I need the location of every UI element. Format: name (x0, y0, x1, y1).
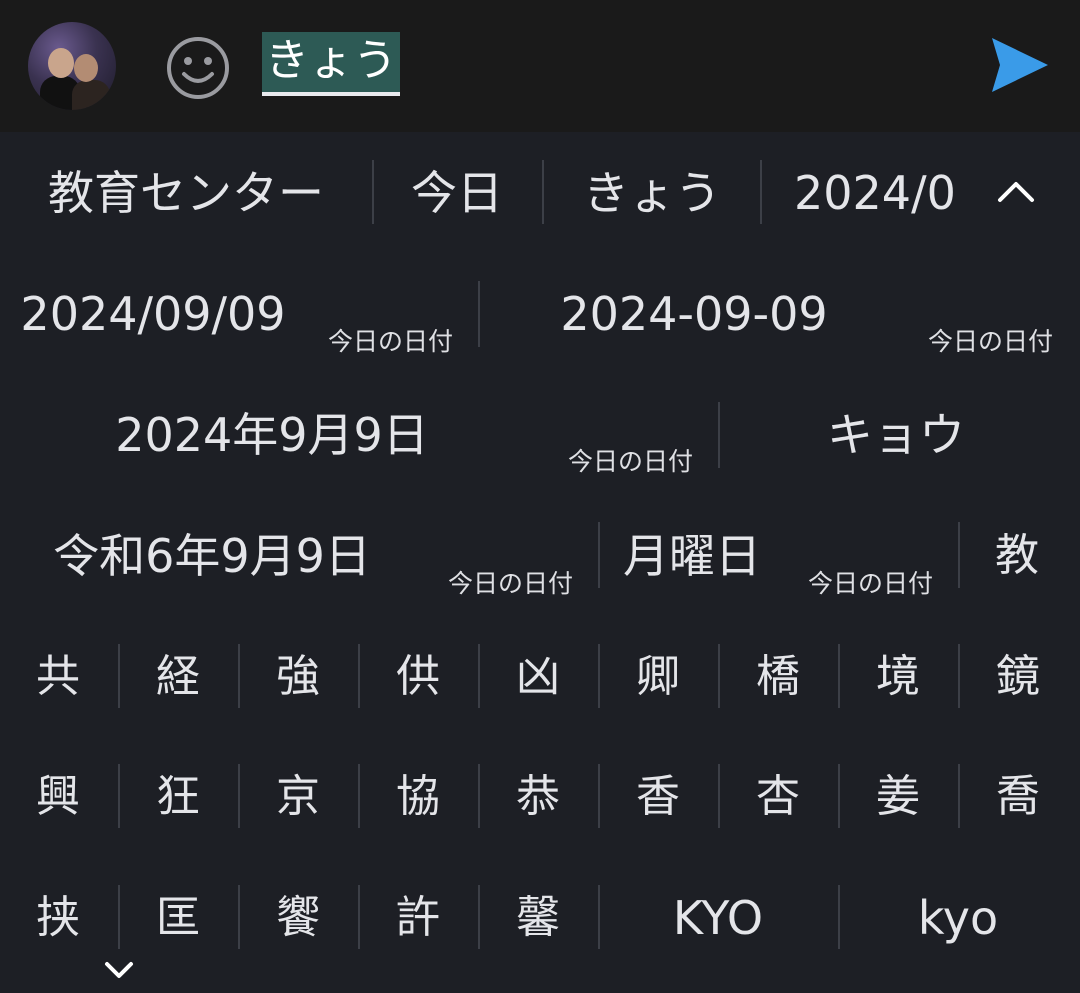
candidate-note: 今日の日付 (808, 569, 934, 598)
candidate-note: 今日の日付 (568, 447, 694, 476)
divider (958, 522, 960, 588)
candidate-kanji[interactable]: 教 (980, 526, 1054, 586)
emoji-icon[interactable] (166, 36, 230, 100)
candidate-kanji[interactable]: 供 (360, 647, 476, 707)
candidate-date-kanji[interactable]: 2024年9月9日 (100, 405, 444, 465)
candidate-kanji[interactable]: 凶 (480, 647, 596, 707)
candidate-kanji[interactable]: 許 (360, 888, 476, 948)
candidate-kanji[interactable]: 橋 (720, 647, 836, 707)
candidate-kanji[interactable]: 香 (600, 767, 716, 827)
suggestion-item[interactable]: 2024/0 (780, 163, 990, 223)
send-icon[interactable] (990, 36, 1050, 94)
candidate-note: 今日の日付 (328, 327, 454, 356)
candidate-kanji[interactable]: 共 (0, 647, 116, 707)
candidate-kanji[interactable]: 馨 (480, 888, 596, 948)
candidate-era-date[interactable]: 令和6年9月9日 (40, 526, 384, 586)
candidate-katakana[interactable]: キョウ (780, 405, 1012, 465)
divider (542, 160, 544, 224)
divider (718, 402, 720, 468)
candidate-romaji-upper[interactable]: KYO (600, 888, 836, 948)
candidate-kanji[interactable]: 強 (240, 647, 356, 707)
candidate-note: 今日の日付 (448, 569, 574, 598)
candidate-kanji[interactable]: 挟 (0, 888, 116, 948)
candidate-kanji[interactable]: 鏡 (960, 647, 1076, 707)
divider (372, 160, 374, 224)
candidate-date-dash[interactable]: 2024-09-09 (530, 284, 858, 344)
candidate-kanji[interactable]: 恭 (480, 767, 596, 827)
candidate-kanji[interactable]: 卿 (600, 647, 716, 707)
compose-bar: きょう (0, 0, 1080, 132)
suggestion-item[interactable]: 今日 (392, 163, 522, 223)
candidate-kanji[interactable]: 饗 (240, 888, 356, 948)
message-input[interactable]: きょう (262, 32, 400, 96)
candidate-kanji[interactable]: 狂 (120, 767, 236, 827)
divider (478, 281, 480, 347)
candidate-romaji-lower[interactable]: kyo (840, 888, 1076, 948)
suggestion-item[interactable]: きょう (562, 163, 742, 223)
divider (760, 160, 762, 224)
candidate-kanji[interactable]: 京 (240, 767, 356, 827)
suggestion-item[interactable]: 教育センター (30, 163, 342, 223)
divider (598, 522, 600, 588)
candidate-note: 今日の日付 (928, 327, 1054, 356)
candidate-kanji[interactable]: 匡 (120, 888, 236, 948)
chevron-up-icon[interactable] (996, 180, 1036, 204)
chevron-down-icon[interactable] (103, 960, 135, 980)
candidate-kanji[interactable]: 杏 (720, 767, 836, 827)
candidate-kanji[interactable]: 協 (360, 767, 476, 827)
candidate-date-slash[interactable]: 2024/09/09 (8, 284, 298, 344)
candidate-weekday[interactable]: 月曜日 (612, 526, 772, 586)
candidate-kanji[interactable]: 経 (120, 647, 236, 707)
candidate-kanji[interactable]: 興 (0, 767, 116, 827)
candidate-kanji[interactable]: 姜 (840, 767, 956, 827)
avatar[interactable] (28, 22, 116, 110)
candidate-kanji[interactable]: 喬 (960, 767, 1076, 827)
candidate-kanji[interactable]: 境 (840, 647, 956, 707)
